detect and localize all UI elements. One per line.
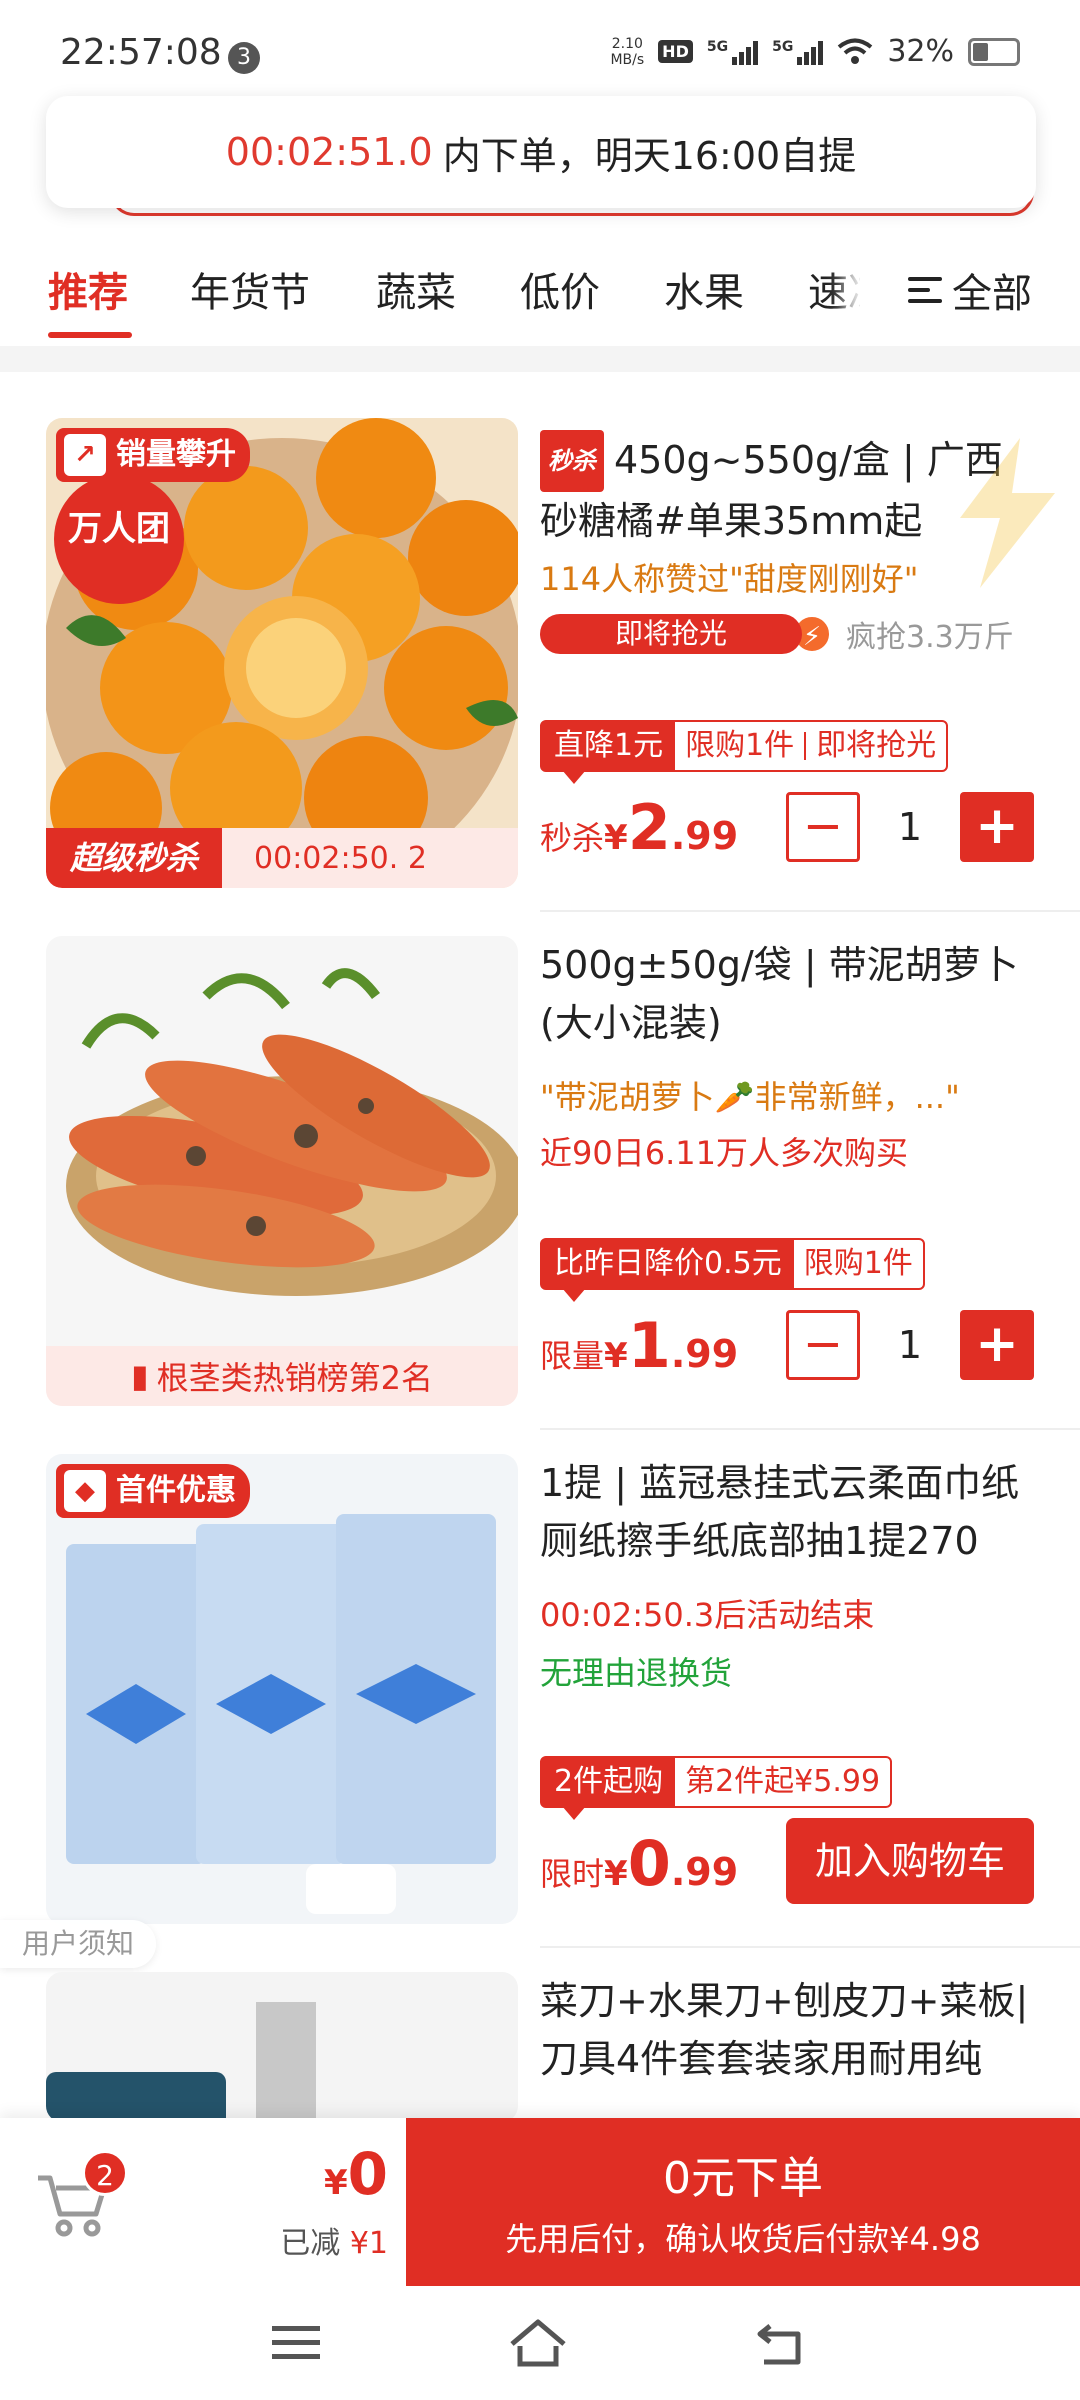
product-image[interactable] bbox=[46, 1972, 518, 2122]
product-title[interactable]: 1提 | 蓝冠悬挂式云柔面巾纸厕纸擦手纸底部抽1提270 bbox=[540, 1454, 1040, 1570]
sell-progress: 即将抢光 ⚡ 疯抢3.3万斤 bbox=[540, 612, 1014, 656]
notification-count-badge: 3 bbox=[228, 42, 260, 74]
promo-tags: 直降1元 限购1件 即将抢光 bbox=[540, 720, 949, 784]
wifi-icon bbox=[838, 38, 873, 64]
network-speed: 2.10 MB/s bbox=[610, 35, 645, 68]
cart-count-badge: 2 bbox=[82, 2150, 128, 2196]
knife-set-image bbox=[46, 2002, 316, 2122]
product-price: 限量 ¥ 1 .99 bbox=[540, 1309, 739, 1382]
sales-rising-badge: ↗ 销量攀升 bbox=[56, 428, 250, 482]
seckill-countdown: 00:02:50. 2 bbox=[254, 840, 427, 876]
home-nav-icon[interactable] bbox=[508, 2316, 568, 2370]
signal-icon-2: 5G bbox=[772, 39, 824, 65]
product-price: 限时 ¥ 0 .99 bbox=[540, 1827, 739, 1900]
trend-up-icon: ↗ bbox=[64, 434, 106, 476]
product-praise: 114人称赞过"甜度刚刚好" bbox=[540, 560, 919, 598]
sell-progress-bar: 即将抢光 bbox=[540, 614, 802, 654]
price-drop-tag: 比昨日降价0.5元 bbox=[542, 1240, 794, 1302]
all-categories-label: 全部 bbox=[952, 271, 1032, 317]
banner-countdown: 00:02:51.0 bbox=[225, 130, 433, 174]
group-buy-badge: 万人团 bbox=[54, 474, 184, 604]
decrease-button[interactable]: − bbox=[786, 792, 860, 862]
lightning-icon bbox=[960, 438, 1055, 588]
cart-button[interactable]: 2 bbox=[34, 2150, 128, 2240]
promo-tags: 2件起购 第2件起¥5.99 bbox=[540, 1756, 893, 1820]
active-tab-indicator bbox=[48, 332, 132, 338]
status-bar: 22:57:08 3 2.10 MB/s HD 5G 5G 32% bbox=[0, 0, 1080, 110]
product-image[interactable]: ▮ 根茎类热销榜第2名 bbox=[46, 936, 518, 1406]
battery-icon bbox=[968, 37, 1020, 66]
checkout-bar: 2 ¥0 已减 ¥1 0元下单 先用后付，确认收货后付款¥4.98 bbox=[0, 2118, 1080, 2286]
user-notice-button[interactable]: 用户须知 bbox=[0, 1920, 156, 1968]
card-divider bbox=[540, 1428, 1080, 1430]
checkout-subtext: 先用后付，确认收货后付款¥4.98 bbox=[505, 2220, 981, 2258]
tab-fruit[interactable]: 水果 bbox=[664, 260, 744, 318]
quantity-stepper: − 1 + bbox=[786, 792, 1034, 862]
limit-tag: 限购1件 bbox=[685, 728, 795, 763]
tag-icon: ◆ bbox=[64, 1470, 106, 1512]
product-title[interactable]: 500g±50g/袋 | 带泥胡萝卜(大小混装) bbox=[540, 936, 1040, 1052]
product-sales: 近90日6.11万人多次购买 bbox=[540, 1134, 908, 1172]
price-drop-tag: 直降1元 bbox=[542, 722, 676, 784]
min-purchase-tag: 2件起购 bbox=[542, 1758, 676, 1820]
activity-countdown: 00:02:50.3后活动结束 bbox=[540, 1596, 875, 1634]
product-image[interactable]: ↗ 销量攀升 万人团 超级秒杀 00:02:50. 2 bbox=[46, 418, 518, 888]
pickup-countdown-banner: 00:02:51.0 内下单，明天16:00自提 bbox=[46, 96, 1036, 208]
menu-icon bbox=[908, 277, 942, 303]
rank-text: 根茎类热销榜第2名 bbox=[156, 1359, 433, 1397]
card-divider bbox=[540, 910, 1080, 912]
checkout-label: 0元下单 bbox=[663, 2153, 823, 2204]
quantity-value: 1 bbox=[897, 1323, 923, 1367]
product-image[interactable]: ◆ 首件优惠 bbox=[46, 1454, 518, 1924]
tab-new-year[interactable]: 年货节 bbox=[190, 260, 310, 318]
promo-tags: 比昨日降价0.5元 限购1件 bbox=[540, 1238, 925, 1302]
rank-icon: ▮ bbox=[131, 1357, 149, 1395]
all-categories-button[interactable]: 全部 bbox=[860, 240, 1080, 340]
category-tabs: 推荐 年货节 蔬菜 低价 水果 速冻 全部 bbox=[0, 240, 1080, 340]
back-nav-icon[interactable] bbox=[750, 2316, 810, 2370]
tab-low-price[interactable]: 低价 bbox=[520, 260, 600, 318]
section-divider bbox=[0, 346, 1080, 372]
rank-bar[interactable]: ▮ 根茎类热销榜第2名 bbox=[46, 1346, 518, 1406]
limit-tag: 限购1件 bbox=[803, 1246, 913, 1281]
super-seckill-bar: 超级秒杀 00:02:50. 2 bbox=[46, 828, 518, 888]
total-price: ¥0 bbox=[323, 2140, 388, 2208]
system-nav-bar bbox=[0, 2286, 1080, 2400]
return-policy: 无理由退换货 bbox=[540, 1654, 733, 1692]
menu-nav-icon[interactable] bbox=[266, 2316, 326, 2370]
add-to-cart-button[interactable]: 加入购物车 bbox=[786, 1818, 1034, 1904]
hd-voice-icon: HD bbox=[658, 40, 693, 63]
battery-percent: 32% bbox=[887, 34, 954, 69]
tissue-image bbox=[66, 1514, 496, 1914]
status-time: 22:57:08 bbox=[60, 32, 222, 73]
increase-button[interactable]: + bbox=[960, 1310, 1034, 1380]
discount-amount: 已减 ¥1 bbox=[280, 2226, 388, 2261]
carrot-image bbox=[66, 968, 518, 1296]
second-item-price-tag: 第2件起¥5.99 bbox=[685, 1764, 881, 1799]
increase-button[interactable]: + bbox=[960, 792, 1034, 862]
seckill-tag: 秒杀 bbox=[540, 430, 604, 492]
sell-progress-text: 疯抢3.3万斤 bbox=[846, 620, 1014, 655]
decrease-button[interactable]: − bbox=[786, 1310, 860, 1380]
quantity-stepper: − 1 + bbox=[786, 1310, 1034, 1380]
banner-text: 内下单，明天16:00自提 bbox=[442, 133, 857, 178]
quantity-value: 1 bbox=[897, 805, 923, 849]
signal-icon: 5G bbox=[707, 39, 759, 65]
status-icons: 2.10 MB/s HD 5G 5G 32% bbox=[610, 34, 1020, 69]
card-divider bbox=[540, 1946, 1080, 1948]
product-praise: "带泥胡萝卜🥕非常新鲜，..." bbox=[540, 1078, 960, 1116]
first-item-discount-badge: ◆ 首件优惠 bbox=[56, 1464, 250, 1518]
super-seckill-label: 超级秒杀 bbox=[46, 828, 223, 888]
tab-recommend[interactable]: 推荐 bbox=[48, 260, 128, 318]
checkout-button[interactable]: 0元下单 先用后付，确认收货后付款¥4.98 bbox=[406, 2118, 1080, 2286]
product-price: 秒杀 ¥ 2 .99 bbox=[540, 791, 739, 864]
product-title[interactable]: 菜刀+水果刀+刨皮刀+菜板| 刀具4件套套装家用耐用纯 bbox=[540, 1972, 1040, 2088]
tab-vegetables[interactable]: 蔬菜 bbox=[376, 260, 456, 318]
selling-out-tag: 即将抢光 bbox=[816, 728, 937, 763]
